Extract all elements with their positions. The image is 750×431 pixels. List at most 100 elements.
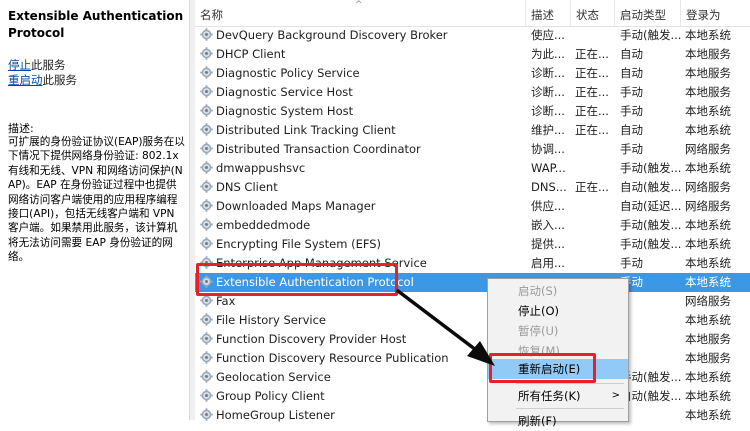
service-gear-icon [200,199,216,213]
menu-item-all-tasks-label: 所有任务(K) [518,389,581,403]
service-logon-cell: 本地系统 [685,218,731,232]
service-name-cell: Diagnostic Service Host [200,83,526,102]
table-row[interactable]: embeddedmode 嵌入... 手动(触发... 本地系统 [195,216,750,235]
service-desc-cell: 使应... [531,28,565,42]
service-gear-icon [200,142,216,156]
service-gear-icon [200,104,216,118]
table-row[interactable]: Distributed Link Tracking Client 维护... 正在.… [195,121,750,140]
table-row[interactable]: Diagnostic Service Host 诊断... 正在... 手动 本地服务 [195,83,750,102]
service-status-cell [575,159,615,178]
context-menu: 启动(S) 停止(O) 暂停(U) 恢复(M) 重新启动(E) 所有任务(K) >… [487,278,629,428]
service-name-cell: Distributed Link Tracking Client [200,121,526,140]
table-row[interactable]: Downloaded Maps Manager 供应... 自动(延迟... 网络服务 [195,197,750,216]
service-desc-cell: 提供... [531,237,565,251]
service-name: embeddedmode [216,218,311,232]
service-gear-icon [200,85,216,99]
table-row[interactable]: Diagnostic Policy Service 诊断... 正在... 自动 本地服… [195,64,750,83]
menu-separator [516,408,624,409]
table-row[interactable]: Distributed Transaction Coordinator 协调...… [195,140,750,159]
service-logon-cell: 本地系统 [685,161,731,175]
restart-menu-highlight-box [489,353,596,383]
service-desc-cell: 协调... [531,142,565,156]
service-name: Geolocation Service [216,370,331,384]
service-logon-cell: 本地服务 [685,66,731,80]
service-logon-cell: 本地系统 [685,408,731,422]
restart-service-link[interactable]: 重启动 [8,73,43,87]
service-startup-cell [620,406,682,425]
service-logon-cell: 本地系统 [685,28,731,42]
description-label: 描述: [8,122,34,135]
service-status-cell [575,26,615,45]
column-header-description[interactable]: 描述 [526,0,571,26]
service-name: DevQuery Background Discovery Broker [216,28,448,42]
table-row[interactable]: Encrypting File System (EFS) 提供... 手动(触发..… [195,235,750,254]
service-logon-cell: 本地系统 [685,275,731,289]
service-desc-cell: WAP... [531,161,566,175]
service-startup-cell: 手动 [620,275,643,289]
service-name-cell: Diagnostic System Host [200,102,526,121]
service-description: 可扩展的身份验证协议(EAP)服务在以下情况下提供网络身份验证: 802.1x … [8,136,185,264]
menu-item-stop[interactable]: 停止(O) [488,301,628,321]
service-gear-icon [200,218,216,232]
service-logon-cell: 本地系统 [685,313,731,327]
menu-separator [516,383,624,384]
service-title: Extensible Authentication Protocol [8,9,184,40]
service-status-cell [575,140,615,159]
service-startup-cell [620,292,682,311]
service-name-cell: Function Discovery Resource Publication [200,349,526,368]
menu-item-all-tasks[interactable]: 所有任务(K) > [488,386,628,406]
menu-item-pause[interactable]: 暂停(U) [488,321,628,341]
services-list[interactable]: 名称 ^ 描述 状态 启动类型 登录为 DevQuery Background … [195,0,750,422]
table-row[interactable]: Geolocation Service 手动(触发... 本地系统 [195,368,750,387]
stop-service-line: 停止此服务 [8,58,66,72]
service-name-cell: dmwappushsvc [200,159,526,178]
service-startup-cell [620,330,682,349]
stop-service-link[interactable]: 停止 [8,58,31,72]
service-desc-cell: 诊断... [531,85,565,99]
column-header-startup-type[interactable]: 启动类型 [615,0,681,26]
service-name: Diagnostic Service Host [216,85,353,99]
service-logon-cell: 本地服务 [685,351,731,365]
table-row[interactable]: Group Policy Client 自动(触发... 本地系统 [195,387,750,406]
service-startup-cell [620,311,682,330]
service-status-cell: 正在... [575,180,609,194]
service-name-cell: Downloaded Maps Manager [200,197,526,216]
service-startup-cell: 自动 [620,47,643,61]
table-row[interactable]: dmwappushsvc WAP... 手动(触发... 本地系统 [195,159,750,178]
service-gear-icon [200,332,216,346]
table-row[interactable]: Diagnostic System Host 诊断... 正在... 手动 本地系统 [195,102,750,121]
service-startup-cell: 自动 [620,66,643,80]
service-logon-cell: 网络服务 [685,294,731,308]
service-name: Function Discovery Provider Host [216,332,407,346]
service-gear-icon [200,237,216,251]
table-row[interactable]: HomeGroup Listener 本地系统 [195,406,750,425]
table-row[interactable]: DevQuery Background Discovery Broker 使应..… [195,26,750,45]
service-startup-cell: 手动 [620,104,643,118]
service-name-cell: HomeGroup Listener [200,406,526,425]
service-name-cell: Geolocation Service [200,368,526,387]
service-startup-cell: 手动(触发... [620,370,682,384]
service-name: Fax [216,294,236,308]
column-header-status[interactable]: 状态 [571,0,615,26]
service-status-cell [575,254,615,273]
table-row[interactable]: File History Service 本地系统 [195,311,750,330]
table-row[interactable]: DHCP Client 为此... 正在... 自动 本地服务 [195,45,750,64]
menu-item-start[interactable]: 启动(S) [488,281,628,301]
table-row[interactable]: Function Discovery Provider Host 本地服务 [195,330,750,349]
list-header: 名称 ^ 描述 状态 启动类型 登录为 [195,0,750,27]
table-row[interactable]: Function Discovery Resource Publication 本… [195,349,750,368]
service-startup-cell: 自动(触发... [620,180,682,194]
service-startup-cell: 自动(触发... [620,389,682,403]
table-row[interactable]: DNS Client DNS... 正在... 自动(触发... 网络服务 [195,178,750,197]
service-status-cell [575,197,615,216]
column-header-logon[interactable]: 登录为 [681,0,750,26]
service-logon-cell: 网络服务 [685,180,731,194]
service-name: Downloaded Maps Manager [216,199,376,213]
menu-item-refresh[interactable]: 刷新(F) [488,411,628,431]
service-startup-cell: 自动(延迟... [620,199,682,213]
service-startup-cell: 手动(触发... [620,28,682,42]
service-startup-cell: 手动 [620,85,643,99]
sort-ascending-icon: ^ [355,0,363,10]
service-logon-cell: 网络服务 [685,142,731,156]
service-logon-cell: 本地系统 [685,389,731,403]
